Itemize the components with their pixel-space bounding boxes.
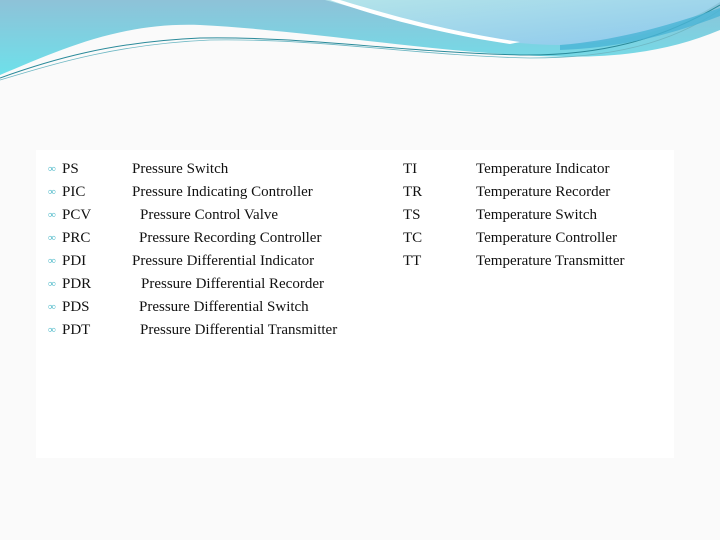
instrument-code: PIC	[62, 184, 86, 200]
instrument-code: TR	[403, 184, 423, 200]
list-item: ∞ PDS	[48, 296, 90, 320]
instrument-meaning: Pressure Indicating Controller	[132, 184, 313, 200]
list-item: ∞ PDR	[48, 273, 91, 297]
instrument-code: PDI	[62, 253, 87, 269]
instrument-code: TS	[403, 207, 421, 223]
instrument-meaning: Pressure Differential Indicator	[132, 253, 315, 269]
loop-bullet-icon: ∞	[48, 163, 56, 175]
list-item: ∞ PDT	[48, 319, 90, 343]
instrument-meaning: Temperature Transmitter	[476, 253, 625, 269]
instrument-meaning: Temperature Switch	[476, 207, 597, 223]
loop-bullet-icon: ∞	[48, 324, 56, 336]
instrument-meaning: Temperature Controller	[476, 230, 617, 246]
list-item: ∞ PIC	[48, 181, 85, 205]
header-wave-decoration	[0, 0, 720, 81]
instrument-meaning: Temperature Indicator	[476, 161, 610, 177]
list-item: ∞ PS	[48, 158, 79, 182]
instrument-code: PS	[62, 161, 79, 177]
instrument-meaning: Pressure Differential Transmitter	[140, 322, 338, 338]
instrument-code: TC	[403, 230, 423, 246]
instrument-meaning: Temperature Recorder	[476, 184, 611, 200]
loop-bullet-icon: ∞	[48, 255, 56, 267]
loop-bullet-icon: ∞	[48, 209, 56, 221]
instrument-meaning: Pressure Recording Controller	[139, 230, 322, 246]
loop-bullet-icon: ∞	[48, 232, 56, 244]
instrument-code: TT	[403, 253, 422, 269]
instrument-code: PRC	[62, 230, 91, 246]
list-item: ∞ PRC	[48, 227, 90, 251]
instrument-meaning: Pressure Differential Switch	[139, 299, 309, 315]
loop-bullet-icon: ∞	[48, 186, 56, 198]
list-item: ∞ PCV	[48, 204, 91, 228]
instrument-code: PDT	[62, 322, 91, 338]
instrument-code: PDS	[62, 299, 90, 315]
instrument-meaning: Pressure Control Valve	[140, 207, 279, 223]
instrument-code: PCV	[62, 207, 92, 223]
instrument-meaning: Pressure Switch	[132, 161, 229, 177]
loop-bullet-icon: ∞	[48, 278, 56, 290]
instrument-code: TI	[403, 161, 418, 177]
content-panel: ∞ PS Pressure Switch ∞ PIC Pressure Indica…	[36, 150, 674, 458]
instrument-code: PDR	[62, 276, 92, 292]
list-item: ∞ PDI	[48, 250, 86, 274]
loop-bullet-icon: ∞	[48, 301, 56, 313]
instrument-meaning: Pressure Differential Recorder	[141, 276, 324, 292]
